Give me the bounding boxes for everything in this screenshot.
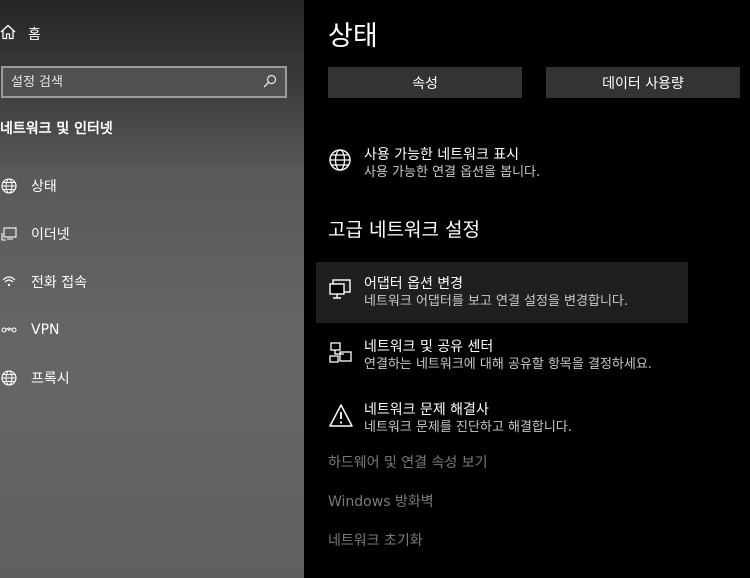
properties-button[interactable]: 속성 <box>328 67 522 98</box>
globe-icon <box>0 177 18 195</box>
home-label: 홈 <box>28 27 41 43</box>
sidebar-item-label: VPN <box>31 322 60 338</box>
show-networks-title: 사용 가능한 네트워크 표시 <box>364 147 520 163</box>
search-input[interactable] <box>11 74 251 90</box>
sharing-center-icon <box>328 340 354 366</box>
globe-icon <box>328 148 354 174</box>
windows-firewall-link[interactable]: Windows 방화벽 <box>328 491 434 511</box>
section-title: 네트워크 및 인터넷 <box>0 121 113 137</box>
show-networks-link[interactable]: 사용 가능한 네트워크 표시 사용 가능한 연결 옵션을 봅니다. <box>328 146 540 182</box>
sidebar-item-label: 프록시 <box>31 371 70 387</box>
ethernet-icon <box>0 225 18 243</box>
sidebar-item-status[interactable]: 상태 <box>0 171 300 201</box>
warning-icon <box>328 403 354 429</box>
page-title: 상태 <box>328 21 378 52</box>
dialup-icon <box>0 273 18 291</box>
home-link[interactable]: 홈 <box>0 22 41 46</box>
vpn-icon <box>0 321 18 339</box>
main-pane: 상태 속성 데이터 사용량 사용 가능한 네트워크 표시 사용 가능한 연결 옵… <box>304 0 750 578</box>
adapter-options-link[interactable]: 어댑터 옵션 변경 네트워크 어댑터를 보고 연결 설정을 변경합니다. <box>328 275 628 311</box>
sidebar-item-label: 이더넷 <box>31 227 70 243</box>
search-icon[interactable] <box>263 73 277 92</box>
sidebar-item-dialup[interactable]: 전화 접속 <box>0 267 300 297</box>
sharing-center-link[interactable]: 네트워크 및 공유 센터 연결하는 네트워크에 대해 공유할 항목을 결정하세요… <box>328 338 652 374</box>
globe-icon <box>0 369 18 387</box>
data-usage-button[interactable]: 데이터 사용량 <box>546 67 740 98</box>
show-networks-desc: 사용 가능한 연결 옵션을 봅니다. <box>364 165 541 180</box>
sidebar-item-vpn[interactable]: VPN <box>0 315 300 345</box>
troubleshoot-title: 네트워크 문제 해결사 <box>364 402 489 418</box>
network-reset-link[interactable]: 네트워크 초기화 <box>328 530 423 550</box>
sidebar-item-ethernet[interactable]: 이더넷 <box>0 219 300 249</box>
adapter-icon <box>328 277 354 303</box>
sidebar-item-proxy[interactable]: 프록시 <box>0 363 300 393</box>
sidebar: 홈 네트워크 및 인터넷 상태 이더넷 전화 접속 VPN <box>0 0 304 578</box>
home-icon <box>0 24 28 44</box>
sidebar-item-label: 상태 <box>31 179 57 195</box>
hardware-properties-link[interactable]: 하드웨어 및 연결 속성 보기 <box>328 452 487 472</box>
troubleshoot-link[interactable]: 네트워크 문제 해결사 네트워크 문제를 진단하고 해결합니다. <box>328 401 572 437</box>
sidebar-item-label: 전화 접속 <box>31 275 87 291</box>
search-box[interactable] <box>1 66 287 98</box>
sharing-center-title: 네트워크 및 공유 센터 <box>364 339 494 355</box>
adapter-title: 어댑터 옵션 변경 <box>364 276 464 292</box>
adapter-desc: 네트워크 어댑터를 보고 연결 설정을 변경합니다. <box>364 294 628 309</box>
advanced-heading: 고급 네트워크 설정 <box>328 219 480 241</box>
sharing-center-desc: 연결하는 네트워크에 대해 공유할 항목을 결정하세요. <box>364 357 652 372</box>
troubleshoot-desc: 네트워크 문제를 진단하고 해결합니다. <box>364 420 572 435</box>
